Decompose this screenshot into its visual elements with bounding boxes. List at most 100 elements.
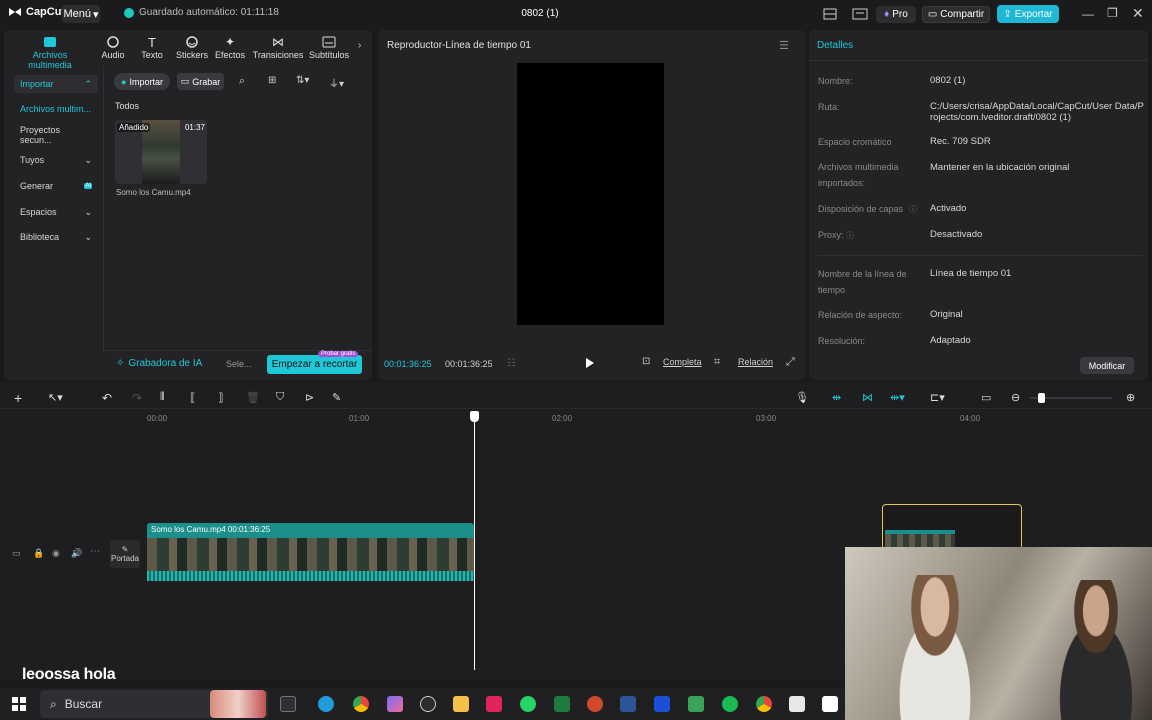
edge-icon[interactable] [318, 696, 334, 712]
detail-label: Disposición de capas [818, 204, 904, 214]
windows-start-icon[interactable] [12, 697, 26, 711]
tab-audio[interactable]: Audio [92, 34, 134, 60]
task-view-icon[interactable] [280, 696, 296, 712]
menu-lines-icon[interactable]: ☰ [779, 39, 789, 52]
capcut-app-icon[interactable] [822, 696, 838, 712]
time-tick: 03:00 [756, 414, 777, 423]
tab-effects[interactable]: ✦ Efectos [212, 34, 248, 60]
play-icon[interactable] [585, 357, 595, 369]
trim-left-icon[interactable]: ⟦ [190, 391, 195, 404]
modify-button[interactable]: Modificar [1080, 357, 1134, 374]
restore-icon[interactable]: ❐ [1107, 6, 1118, 20]
sparkle-icon: ✧ [116, 358, 125, 369]
add-icon[interactable]: + [14, 390, 22, 406]
filter-icon[interactable]: ⏚▾ [329, 75, 344, 90]
split-icon[interactable]: ⫴ [160, 391, 165, 404]
file-explorer-icon[interactable] [453, 696, 469, 712]
sidebar-item-yours[interactable]: Tuyos ⌄ [14, 151, 98, 169]
more-icon[interactable]: ⋯ [90, 546, 100, 557]
select-label[interactable]: Sele... [226, 359, 252, 369]
screen-icon[interactable]: ▭ [981, 391, 991, 404]
preview-axis-icon[interactable]: ⊏▾ [930, 391, 945, 404]
excel-icon[interactable] [554, 696, 570, 712]
ai-edit-icon[interactable]: ✎ [332, 391, 341, 404]
cover-button[interactable]: ✎ Portada [110, 540, 140, 568]
chevron-down-icon: ⌄ [84, 154, 92, 165]
minimize-icon[interactable]: — [1082, 7, 1094, 21]
full-quality-button[interactable]: Completa [663, 357, 702, 367]
powerpoint-icon[interactable] [587, 696, 603, 712]
sidebar-item-library[interactable]: Biblioteca ⌄ [14, 228, 98, 246]
copilot-icon[interactable] [387, 696, 403, 712]
sort-icon[interactable]: ⇅▾ [296, 75, 309, 86]
word-icon[interactable] [620, 696, 636, 712]
playhead-handle[interactable] [470, 411, 479, 422]
eye-icon[interactable]: ◉ [52, 548, 60, 559]
info-icon[interactable]: ⓘ [846, 230, 854, 241]
diamond-icon: ♦ [884, 9, 890, 20]
spotify-icon[interactable] [722, 696, 738, 712]
capcut-taskbar-icon[interactable] [420, 696, 436, 712]
track-type-icon[interactable]: ▭ [12, 548, 21, 559]
red-app-icon[interactable] [486, 696, 502, 712]
sidebar-item-projects[interactable]: Proyectos secun... [14, 125, 98, 145]
zoom-in-icon[interactable]: ⊕ [1126, 391, 1135, 404]
crop-icon[interactable]: ⌗ [714, 356, 720, 369]
preview-canvas[interactable] [517, 63, 664, 325]
sidebar-item-spaces[interactable]: Espacios ⌄ [14, 203, 98, 221]
whatsapp-icon[interactable] [520, 696, 536, 712]
undo-icon[interactable]: ↶ [102, 391, 112, 405]
zoom-slider-handle[interactable] [1038, 393, 1045, 403]
trim-right-icon[interactable]: ⟧ [218, 391, 223, 404]
tab-subtitles[interactable]: Subtítulos [306, 34, 352, 60]
tab-media[interactable]: Archivos multimedia [10, 34, 90, 70]
record-button[interactable]: ▭ Grabar [177, 73, 224, 90]
linkage-icon[interactable]: ⇹▾ [890, 391, 905, 404]
sidebar-item-media[interactable]: Archivos multim... [14, 100, 98, 118]
microphone-icon[interactable]: 🎙 [795, 391, 809, 404]
volume-icon[interactable]: 🔊 [71, 548, 82, 559]
fullscreen-icon[interactable]: ⤢ [786, 356, 795, 369]
media-thumbnail[interactable]: Añadido 01:37 [115, 120, 207, 184]
pro-button[interactable]: ♦ Pro [876, 6, 916, 23]
outlook-icon[interactable] [654, 696, 670, 712]
clip-filename: Somo los Camu.mp4 [116, 188, 191, 197]
freeze-icon[interactable]: ⊳ [305, 391, 314, 404]
close-icon[interactable]: ✕ [1132, 5, 1144, 22]
grid-view-icon[interactable]: ⊞ [268, 75, 276, 86]
chrome-icon[interactable] [353, 696, 369, 712]
sidebar-item-import[interactable]: Importar ⌃ [14, 75, 98, 93]
layout-icon[interactable] [823, 8, 837, 20]
playhead[interactable] [474, 411, 475, 670]
cursor-icon[interactable]: ↖▾ [48, 391, 63, 404]
menu-button[interactable]: Menú ▾ [62, 5, 100, 23]
shortcut-icon[interactable] [852, 8, 868, 20]
start-trimming-button[interactable]: Empezar a recortar [267, 355, 362, 374]
info-icon[interactable]: ⓘ [909, 204, 917, 215]
chrome-profile-icon[interactable] [756, 696, 772, 712]
delete-icon[interactable]: 🗑 [246, 391, 260, 404]
search-icon[interactable]: ⌕ [239, 75, 245, 88]
auto-snap-icon[interactable]: ⋈ [862, 391, 873, 404]
store-icon[interactable] [789, 696, 805, 712]
tab-stickers[interactable]: Stickers [172, 34, 212, 60]
ai-recorder-button[interactable]: ✧ Grabadora de IA [116, 358, 202, 369]
zoom-out-icon[interactable]: ⊖ [1011, 391, 1020, 404]
lock-icon[interactable]: 🔒 [33, 548, 44, 559]
minecraft-icon[interactable] [688, 696, 704, 712]
try-free-badge: Probar gratis [318, 351, 359, 357]
export-button[interactable]: ⇪ Exportar [997, 5, 1059, 23]
tab-text[interactable]: T Texto [131, 34, 173, 61]
import-button[interactable]: ● Importar [114, 73, 170, 90]
import-label: Importar [129, 76, 163, 87]
tab-transitions[interactable]: ⋈ Transiciones [251, 34, 305, 60]
shield-icon[interactable]: ⛉ [276, 391, 284, 404]
tab-label: Audio [101, 50, 125, 60]
aspect-ratio-button[interactable]: Relación [738, 357, 773, 367]
main-track-magnet-icon[interactable]: ⇹ [832, 391, 841, 404]
share-button[interactable]: ▭ Compartir [922, 6, 990, 23]
sidebar-item-generate[interactable]: Generar AI [14, 177, 98, 195]
redo-icon[interactable]: ↷ [132, 391, 142, 405]
chevron-right-icon[interactable]: › [358, 40, 361, 51]
fit-icon[interactable]: ⊡ [642, 356, 650, 367]
